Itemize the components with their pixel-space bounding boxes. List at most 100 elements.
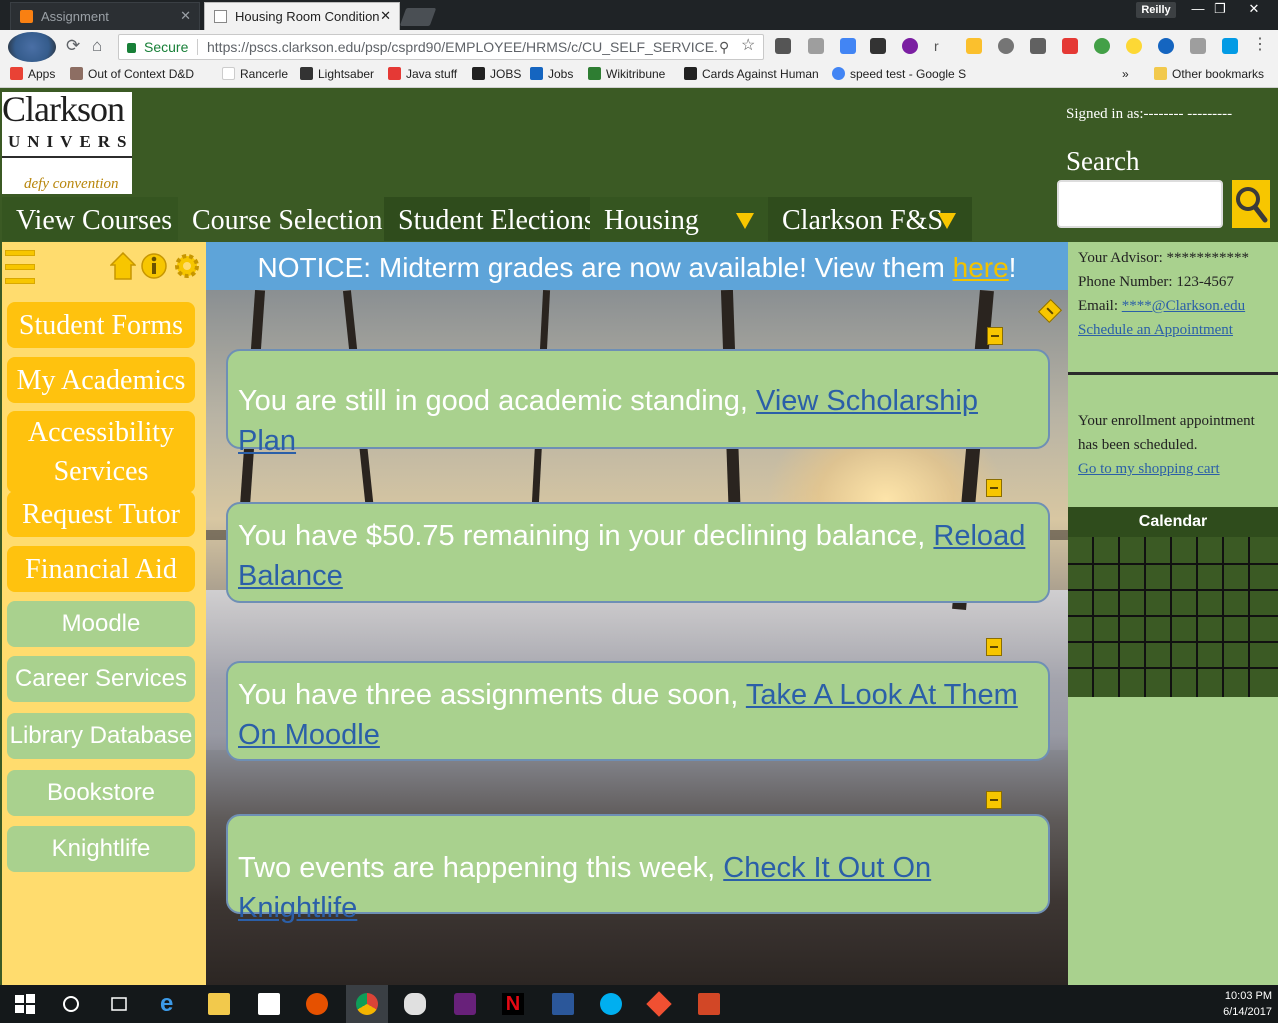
minimize-card-button[interactable] [986,638,1002,656]
powerpoint-icon[interactable] [698,993,720,1015]
sidebar-my-academics[interactable]: My Academics [7,357,195,403]
schedule-appointment-link[interactable]: Schedule an Appointment [1078,322,1233,338]
bookmark-speed-test[interactable]: speed test - Google S [832,67,972,81]
nav-clarkson-fs[interactable]: Clarkson F&S [768,197,972,241]
bookmark-star-icon[interactable]: ☆ [741,34,755,58]
visual-studio-icon[interactable] [454,993,476,1015]
shopping-cart-link[interactable]: Go to my shopping cart [1078,461,1220,477]
close-tab-icon[interactable]: ✕ [380,8,391,24]
home-browser-icon[interactable]: ⌂ [92,36,102,56]
word-icon[interactable] [552,993,574,1015]
key-icon[interactable]: ⚲ [719,35,729,59]
clock-date: 6/14/2017 [1223,1006,1272,1018]
folder-icon [1154,67,1167,80]
close-tab-icon[interactable]: ✕ [180,8,191,24]
translate-icon[interactable] [840,38,856,54]
bookmark-cards-against[interactable]: Cards Against Human [684,67,824,81]
nav-course-selection[interactable]: Course Selection [178,197,384,241]
search-button[interactable] [1232,180,1270,228]
system-clock[interactable]: 10:03 PM 6/14/2017 [1210,988,1272,1020]
minimize-card-button[interactable] [987,327,1003,345]
bookmark-label: Out of Context D&D [88,67,195,81]
bookmarks-overflow-button[interactable]: » [1122,67,1129,81]
tab-title: Housing Room Condition [235,9,380,24]
home-icon[interactable] [110,252,136,280]
sidebar-library-database[interactable]: Library Database [7,713,195,759]
menu-dots-icon[interactable]: ⋮ [1252,37,1268,54]
bookmark-rancerle[interactable]: Rancerle [222,67,288,81]
grammarly-icon[interactable] [1094,38,1110,54]
mail-icon[interactable] [1190,38,1206,54]
sidebar-financial-aid[interactable]: Financial Aid [7,546,195,592]
bookmark-jobs-1[interactable]: JOBS [472,67,521,81]
notice-link[interactable]: here [953,252,1009,283]
store-icon[interactable] [258,993,280,1015]
bookmark-out-of-context[interactable]: Out of Context D&D [70,67,210,81]
sidebar-career-services[interactable]: Career Services [7,656,195,702]
browser-tab-housing[interactable]: Housing Room Condition ✕ [204,2,400,30]
bookmark-lightsaber[interactable]: Lightsaber [300,67,374,81]
extension-icon[interactable] [1158,38,1174,54]
address-bar[interactable]: Secure https://pscs.clarkson.edu/psp/csp… [118,34,764,60]
profile-button[interactable]: Reilly [1136,2,1176,18]
restore-window-button[interactable]: ❐ [1206,0,1234,18]
sidebar-moodle[interactable]: Moodle [7,601,195,647]
close-window-button[interactable]: ✕ [1240,0,1268,18]
app-icon[interactable] [306,993,328,1015]
chrome-icon[interactable] [356,993,378,1015]
browser-tab-assignment[interactable]: Assignment ✕ [10,2,200,30]
extension-icon[interactable] [902,38,918,54]
sidebar-student-forms[interactable]: Student Forms [7,302,195,348]
email-label: Email: [1078,298,1122,314]
extension-icon[interactable] [1030,38,1046,54]
minimize-card-button[interactable] [986,791,1002,809]
hamburger-icon[interactable] [5,250,35,288]
extension-icon[interactable] [870,38,886,54]
gear-icon[interactable] [174,252,200,280]
extension-icon[interactable] [1222,38,1238,54]
windows-start-icon[interactable] [14,993,36,1015]
cortana-icon[interactable] [60,993,82,1015]
extension-icon[interactable]: r [934,38,950,54]
bookmark-wikitribune[interactable]: Wikitribune [588,67,665,81]
task-view-icon[interactable] [108,993,130,1015]
extension-icon[interactable] [966,38,982,54]
search-input[interactable] [1057,180,1223,228]
extension-icon[interactable] [808,38,824,54]
minimize-card-button[interactable] [986,479,1002,497]
netflix-icon[interactable]: N [502,993,524,1015]
dropdown-caret-icon[interactable] [938,213,956,229]
skype-icon[interactable] [600,993,622,1015]
sidebar-accessibility-services[interactable]: Accessibility Services [7,411,195,493]
extension-icon[interactable] [1062,38,1078,54]
clarkson-logo[interactable]: Clarkson UNIVERSITY defy convention [2,92,132,194]
url-text[interactable]: https://pscs.clarkson.edu/psp/csprd90/EM… [207,35,717,59]
nav-view-courses[interactable]: View Courses [2,197,178,241]
calendar-grid[interactable] [1068,537,1278,697]
file-explorer-icon[interactable] [208,993,230,1015]
bookmark-java-stuff[interactable]: Java stuff [388,67,457,81]
edge-icon[interactable]: e [160,992,182,1016]
racing-game-icon[interactable] [404,993,426,1015]
other-bookmarks[interactable]: Other bookmarks [1154,67,1264,81]
advisor-email-link[interactable]: ****@Clarkson.edu [1122,298,1245,314]
search-label: Search [1066,146,1140,176]
nav-label: View Courses [16,205,173,236]
notice-text: NOTICE: Midterm grades are now available… [257,252,953,283]
bookmark-jobs-2[interactable]: Jobs [530,67,573,81]
bookmark-apps[interactable]: Apps [10,67,55,81]
extension-icon[interactable] [998,38,1014,54]
bookmark-favicon-icon [300,67,313,80]
extension-icon[interactable] [775,38,791,54]
nav-student-elections[interactable]: Student Elections [384,197,595,241]
python-extension-icon[interactable] [8,32,56,62]
nav-housing[interactable]: Housing [590,197,768,241]
reload-icon[interactable]: ⟳ [66,36,80,56]
sidebar-request-tutor[interactable]: Request Tutor [7,491,195,537]
dropdown-caret-icon[interactable] [736,213,754,229]
sidebar-knightlife[interactable]: Knightlife [7,826,195,872]
nav-label: Clarkson F&S [782,205,944,236]
info-icon[interactable] [141,252,167,280]
sidebar-bookstore[interactable]: Bookstore [7,770,195,816]
extension-icon[interactable] [1126,38,1142,54]
